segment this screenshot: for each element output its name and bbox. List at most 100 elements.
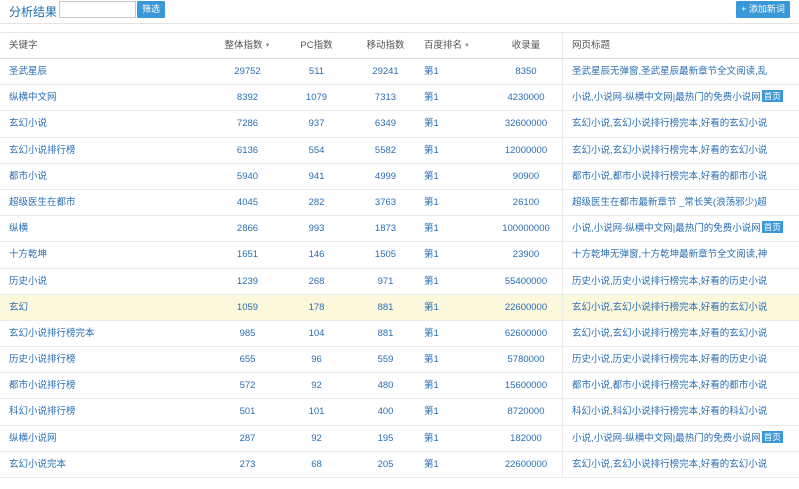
- add-keyword-button[interactable]: + 添加新词: [736, 1, 790, 18]
- rank-cell-text: 第1: [424, 223, 439, 235]
- indexed-cell-text: 182000: [510, 432, 542, 444]
- page-title-link-text: 玄幻小说,玄幻小说排行榜完本,好看的玄幻小说: [572, 301, 768, 313]
- pc-index-cell: 268: [289, 269, 344, 295]
- mobile-index-cell: 29241: [358, 59, 413, 85]
- rank-cell-text: 第1: [424, 275, 439, 287]
- indexed-cell: 90900: [498, 164, 554, 190]
- page-title-link[interactable]: 圣武星辰无弹窗,圣武星辰最新章节全文阅读,乱: [562, 59, 799, 85]
- indexed-cell: 32600000: [498, 111, 554, 137]
- total-index-cell: 655: [220, 347, 275, 373]
- rank-cell-text: 第1: [424, 118, 439, 130]
- total-index-cell-text: 1651: [236, 249, 259, 261]
- rank-cell: 第1: [424, 111, 484, 137]
- page-title-link[interactable]: 玄幻小说,玄幻小说排行榜完本,好看的玄幻小说: [562, 451, 799, 477]
- keyword-link[interactable]: 玄幻小说排行榜完本: [9, 321, 209, 347]
- table-row: 十方乾坤 1651 146 1505 第1 23900 十方乾坤无弹窗,十方乾坤最新章节全文…: [0, 242, 799, 269]
- page-title-link[interactable]: 十方乾坤无弹窗,十方乾坤最新章节全文阅读,神: [562, 242, 799, 268]
- table-row: 历史小说排行榜 655 96 559 第1 5780000 历史小说,历史小说排行榜完本,好…: [0, 347, 799, 374]
- keyword-link[interactable]: 圣武星辰: [9, 59, 209, 85]
- keyword-link[interactable]: 都市小说: [9, 164, 209, 190]
- pc-index-cell-text: 937: [308, 118, 325, 130]
- page-title-link-text: 小说,小说网-纵横中文网|最热门的免费小说网: [572, 92, 761, 104]
- page-title-link[interactable]: 小说,小说网-纵横中文网|最热门的免费小说网 首页: [562, 425, 799, 451]
- page-title-link[interactable]: 超级医生在都市最新章节 _常长笑(浪荡邪少)超: [562, 189, 799, 216]
- pc-index-cell-text: 68: [311, 458, 322, 470]
- rank-cell: 第1: [424, 138, 484, 164]
- keyword-link-text: 十方乾坤: [9, 249, 48, 261]
- page-title-link[interactable]: 都市小说,都市小说排行榜完本,好看的都市小说: [562, 373, 799, 399]
- header-total-index[interactable]: 整体指数 ▼: [220, 33, 275, 59]
- total-index-cell-text: 655: [239, 354, 256, 366]
- table-row: 玄幻小说完本 273 68 205 第1 22600000 玄幻小说,玄幻小说排行榜完本,好…: [0, 451, 799, 478]
- header-baidu-rank[interactable]: 百度排名 ▼: [424, 33, 484, 59]
- rank-cell-text: 第1: [424, 354, 439, 366]
- page-title-link[interactable]: 小说,小说网-纵横中文网|最热门的免费小说网 首页: [562, 216, 799, 242]
- indexed-cell: 26100: [498, 190, 554, 216]
- pc-index-cell-text: 92: [311, 380, 322, 392]
- table-row: 都市小说 5940 941 4999 第1 90900 都市小说,都市小说排行榜完本,好看的…: [0, 163, 799, 190]
- keyword-link[interactable]: 历史小说排行榜: [9, 347, 209, 373]
- pc-index-cell: 993: [289, 216, 344, 242]
- total-index-cell-text: 287: [239, 432, 256, 444]
- page-title-link[interactable]: 小说,小说网-纵横中文网|最热门的免费小说网 首页: [562, 85, 799, 111]
- mobile-index-cell-text: 3763: [374, 196, 397, 208]
- mobile-index-cell-text: 7313: [374, 92, 397, 104]
- keyword-link[interactable]: 超级医生在都市: [9, 190, 209, 216]
- keyword-link[interactable]: 十方乾坤: [9, 242, 209, 268]
- indexed-cell-text: 4230000: [507, 92, 545, 104]
- table-body: 圣武星辰 29752 511 29241 第1 8350 圣武星辰无弹窗,圣武星辰最新章节全…: [0, 59, 799, 478]
- keyword-link[interactable]: 纵横小说网: [9, 426, 209, 452]
- indexed-cell: 23900: [498, 242, 554, 268]
- indexed-cell: 8350: [498, 59, 554, 85]
- homepage-badge: 首页: [761, 221, 783, 234]
- indexed-cell: 8720000: [498, 399, 554, 425]
- keyword-link[interactable]: 都市小说排行榜: [9, 373, 209, 399]
- total-index-cell-text: 273: [239, 458, 256, 470]
- total-index-cell-text: 2866: [236, 223, 259, 235]
- page-title-link[interactable]: 历史小说,历史小说排行榜完本,好看的历史小说: [562, 347, 799, 373]
- rank-cell-text: 第1: [424, 249, 439, 261]
- keyword-link[interactable]: 玄幻: [9, 295, 209, 321]
- pc-index-cell-text: 146: [308, 249, 325, 261]
- rank-cell: 第1: [424, 295, 484, 321]
- page-title-link[interactable]: 玄幻小说,玄幻小说排行榜完本,好看的玄幻小说: [562, 111, 799, 137]
- header-keyword: 关键字: [9, 40, 38, 51]
- keyword-link[interactable]: 玄幻小说完本: [9, 452, 209, 478]
- mobile-index-cell-text: 480: [377, 380, 394, 392]
- keyword-link-text: 纵横: [9, 223, 29, 235]
- page-title-link-text: 都市小说,都市小说排行榜完本,好看的都市小说: [572, 380, 768, 392]
- mobile-index-cell: 4999: [358, 164, 413, 190]
- keyword-link[interactable]: 科幻小说排行榜: [9, 399, 209, 425]
- caret-down-icon: ▼: [464, 43, 470, 49]
- mobile-index-cell-text: 6349: [374, 118, 397, 130]
- mobile-index-cell: 205: [358, 452, 413, 478]
- indexed-cell: 22600000: [498, 295, 554, 321]
- page-title-link[interactable]: 都市小说,都市小说排行榜完本,好看的都市小说: [562, 163, 799, 189]
- page-title-link-text: 超级医生在都市最新章节 _常长笑(浪荡邪少)超: [572, 196, 767, 208]
- keyword-link[interactable]: 历史小说: [9, 269, 209, 295]
- mobile-index-cell: 5582: [358, 138, 413, 164]
- header-indexed: 收录量: [511, 40, 541, 51]
- homepage-badge: 首页: [761, 430, 783, 443]
- total-index-cell: 8392: [220, 85, 275, 111]
- filter-button[interactable]: 筛选: [137, 1, 165, 18]
- page-title-link[interactable]: 历史小说,历史小说排行榜完本,好看的历史小说: [562, 268, 799, 294]
- rank-cell: 第1: [424, 59, 484, 85]
- page-title-link[interactable]: 玄幻小说,玄幻小说排行榜完本,好看的玄幻小说: [562, 137, 799, 163]
- page-title-link[interactable]: 科幻小说,科幻小说排行榜完本,好看的科幻小说: [562, 399, 799, 425]
- keyword-link[interactable]: 纵横中文网: [9, 85, 209, 111]
- page-title-link[interactable]: 玄幻小说,玄幻小说排行榜完本,好看的玄幻小说: [562, 294, 799, 320]
- page-title-link-text: 玄幻小说,玄幻小说排行榜完本,好看的玄幻小说: [572, 458, 768, 470]
- search-input[interactable]: [59, 1, 136, 18]
- pc-index-cell-text: 96: [311, 354, 322, 366]
- table-row: 都市小说排行榜 572 92 480 第1 15600000 都市小说,都市小说排行榜完本,…: [0, 373, 799, 400]
- rank-cell: 第1: [424, 216, 484, 242]
- keyword-link[interactable]: 玄幻小说排行榜: [9, 138, 209, 164]
- pc-index-cell: 146: [289, 242, 344, 268]
- keyword-link[interactable]: 玄幻小说: [9, 111, 209, 137]
- keyword-link[interactable]: 纵横: [9, 216, 209, 242]
- mobile-index-cell: 195: [358, 426, 413, 452]
- pc-index-cell-text: 104: [308, 327, 325, 339]
- total-index-cell: 1239: [220, 269, 275, 295]
- page-title-link[interactable]: 玄幻小说,玄幻小说排行榜完本,好看的玄幻小说: [562, 320, 799, 347]
